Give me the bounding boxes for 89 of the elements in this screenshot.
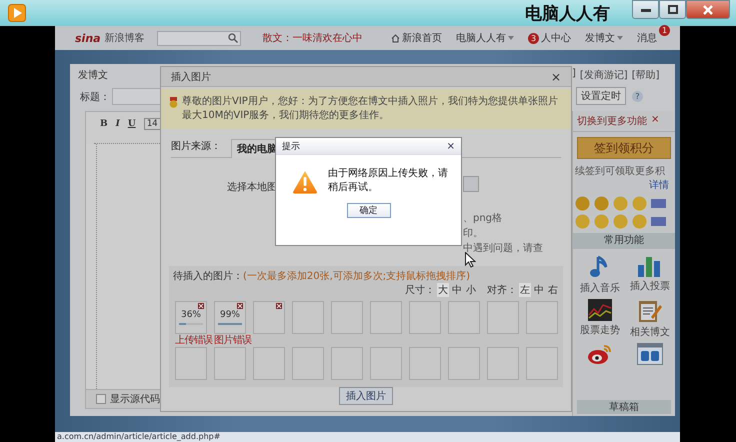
search-icon (228, 33, 238, 43)
weibo-icon[interactable] (587, 343, 613, 365)
play-icon (8, 4, 26, 22)
queue-note: (一次最多添加20张,可添加多次;支持鼠标拖拽排序) (243, 271, 470, 282)
switch-link[interactable]: 切换到更多功能 (577, 114, 647, 128)
close-icon[interactable]: × (651, 114, 660, 128)
image-slot[interactable]: 99% (214, 301, 246, 334)
tool-label: 股票走势 (580, 324, 620, 337)
align-option[interactable]: 左 (519, 283, 531, 297)
window-icon[interactable] (637, 343, 663, 365)
alert-message: 由于网络原因上传失败，请稍后再试。 (328, 167, 449, 195)
close-icon[interactable]: × (550, 70, 561, 84)
logo-mark[interactable]: sina (75, 32, 101, 44)
header-link[interactable]: [发商游记] (580, 68, 628, 84)
minimize-button[interactable] (632, 0, 659, 19)
insert-button[interactable]: 插入图片 (339, 387, 393, 405)
notification-badge: 1 (659, 25, 670, 36)
size-option[interactable]: 大 (437, 283, 449, 297)
bar-chart-icon[interactable] (638, 255, 662, 277)
checkbox-label: 显示源代码 (110, 393, 160, 406)
hint-text: 、png格 (463, 212, 504, 225)
caret-icon (617, 36, 623, 40)
tool-label: 插入投票 (630, 280, 670, 293)
warning-icon (292, 170, 318, 194)
source-label: 图片来源： (171, 140, 222, 154)
mouse-cursor-icon (465, 252, 476, 268)
checkbox[interactable] (96, 394, 106, 404)
tool-label: 插入音乐 (580, 282, 620, 295)
notepad-icon[interactable] (638, 299, 662, 323)
title-field[interactable] (112, 88, 160, 105)
ok-button[interactable]: 确定 (346, 203, 390, 218)
image-slot[interactable] (253, 301, 285, 334)
checkin-note: 续签到可领取更多积 (574, 164, 666, 178)
help-icon[interactable]: ? (632, 90, 643, 102)
close-icon (703, 4, 713, 14)
nav-link[interactable]: 电脑人人有 (456, 31, 506, 45)
nav-link[interactable]: 新浪首页 (402, 31, 442, 45)
section-header: 常用功能 (573, 233, 675, 249)
size-option[interactable]: 中 (451, 283, 463, 297)
align-label: 对齐： (487, 284, 517, 297)
size-label: 尺寸： (405, 284, 435, 297)
remove-icon[interactable] (198, 303, 204, 309)
details-link[interactable]: 详情 (649, 178, 675, 192)
nav-link[interactable]: 消息 (637, 31, 657, 45)
toolbar-button[interactable]: U (128, 119, 136, 129)
caret-icon (508, 36, 514, 40)
schedule-button[interactable]: 设置定时 (576, 87, 626, 105)
notification-badge: 3 (528, 32, 539, 44)
remove-icon[interactable] (276, 303, 282, 309)
nav-link[interactable]: 人中心 (541, 31, 571, 45)
drafts-button[interactable]: 草稿箱 (577, 400, 671, 414)
error-text: 上传错误 (175, 334, 213, 347)
close-button[interactable] (686, 0, 730, 19)
toolbar-button[interactable]: I (116, 119, 120, 129)
image-slot[interactable]: 36% (175, 301, 207, 334)
upload-percent: 36% (180, 310, 201, 320)
featured-link[interactable]: 散文：一味清欢在心中 (262, 31, 363, 45)
close-icon[interactable]: × (446, 140, 455, 152)
card-title: 发博文 (77, 68, 109, 83)
remove-icon[interactable] (237, 303, 243, 309)
header-link[interactable]: [帮助] (632, 68, 660, 84)
browse-button[interactable] (463, 176, 479, 192)
upload-percent: 99% (220, 310, 240, 320)
minimize-icon (640, 8, 650, 12)
error-text: 图片错误 (214, 334, 252, 347)
size-option[interactable]: 小 (465, 283, 477, 297)
field-label: 标题： (80, 90, 110, 104)
checkin-button[interactable]: 签到领积分 (577, 137, 671, 159)
search-field[interactable] (156, 30, 241, 46)
hint-text: 中遇到问题，请查 (463, 242, 543, 255)
site-logo[interactable]: 新浪博客 (104, 31, 145, 45)
medal-icon (169, 97, 178, 108)
header-link[interactable]: ] (572, 68, 576, 84)
queue-label: 待插入的图片： (173, 271, 243, 282)
align-option[interactable]: 右 (547, 283, 559, 297)
dialog-title: 插入图片 (171, 70, 211, 84)
maximize-button[interactable] (659, 0, 686, 19)
hint-text: 印。 (463, 226, 484, 240)
notice-text: 尊敬的图片VIP用户，您好：为了方便您在博文中插入照片，我们特为您提供单张照片最大10M的VIP服务，我们期待您的更多佳作。 (182, 95, 559, 124)
window-title: 电脑人人有 (525, 2, 610, 24)
home-icon (391, 34, 400, 42)
status-url: a.com.cn/admin/article/article_add.php# (57, 432, 220, 441)
nav-link[interactable]: 发博文 (585, 31, 615, 45)
stock-chart-icon[interactable] (588, 299, 612, 321)
toolbar-button[interactable]: B (100, 119, 108, 129)
dialog-title: 提示 (282, 140, 300, 152)
tool-label: 相关博文 (630, 326, 670, 339)
align-option[interactable]: 中 (533, 283, 545, 297)
maximize-icon (668, 5, 678, 14)
